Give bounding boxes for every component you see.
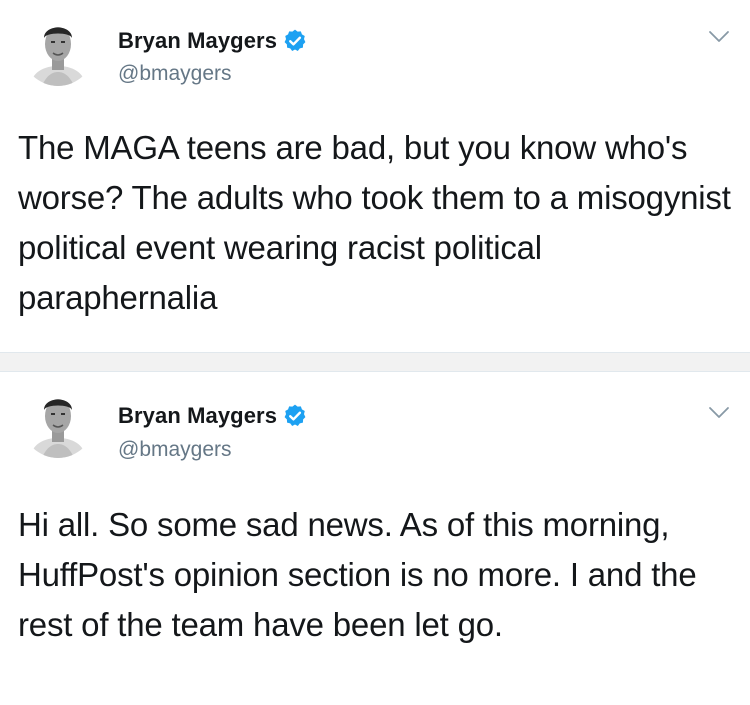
chevron-down-icon[interactable] — [708, 30, 730, 44]
avatar-photo-icon — [22, 14, 94, 86]
avatar[interactable] — [22, 14, 94, 86]
avatar-photo-icon — [22, 386, 94, 458]
name-row: Bryan Maygers — [118, 402, 308, 430]
name-row: Bryan Maygers — [118, 27, 308, 55]
screenshot-page: Bryan Maygers @bmaygers The MAGA teens a… — [0, 0, 750, 705]
tweet-card[interactable]: Bryan Maygers @bmaygers The MAGA teens a… — [0, 0, 750, 352]
verified-badge-icon — [284, 404, 306, 426]
user-handle[interactable]: @bmaygers — [118, 438, 232, 462]
display-name[interactable]: Bryan Maygers — [118, 28, 277, 54]
verified-badge-icon — [284, 29, 306, 51]
display-name[interactable]: Bryan Maygers — [118, 403, 277, 429]
tweet-text: The MAGA teens are bad, but you know who… — [18, 129, 740, 316]
tweet-separator — [0, 352, 750, 372]
tweet-text: Hi all. So some sad news. As of this mor… — [18, 506, 706, 643]
avatar[interactable] — [22, 386, 94, 458]
tweet-card[interactable]: Bryan Maygers @bmaygers Hi all. So some … — [0, 372, 750, 705]
chevron-down-icon[interactable] — [708, 406, 730, 420]
user-handle[interactable]: @bmaygers — [118, 62, 232, 86]
